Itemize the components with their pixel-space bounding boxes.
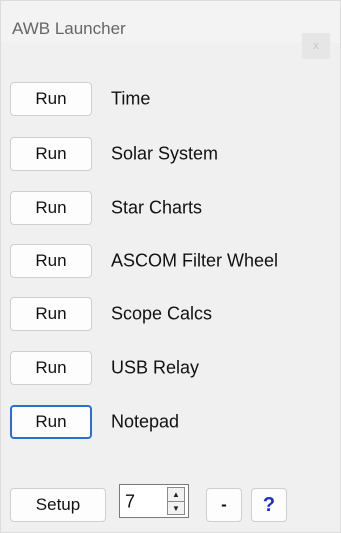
remove-button[interactable]: - <box>206 488 242 522</box>
run-usb-relay-button[interactable]: Run <box>10 351 92 385</box>
run-star-charts-button[interactable]: Run <box>10 191 92 225</box>
app-row-time: Run Time <box>1 82 340 116</box>
app-label-usb-relay: USB Relay <box>111 357 200 378</box>
app-row-scope-calcs: Run Scope Calcs <box>1 297 340 331</box>
run-solar-system-button[interactable]: Run <box>10 137 92 171</box>
run-notepad-button[interactable]: Run <box>10 405 92 439</box>
run-time-button[interactable]: Run <box>10 82 92 116</box>
app-label-star-charts: Star Charts <box>111 197 203 218</box>
window-title: AWB Launcher <box>12 19 126 38</box>
app-count-stepper[interactable]: 7 ▲ ▼ <box>119 484 189 518</box>
app-row-star-charts: Run Star Charts <box>1 191 340 225</box>
app-label-ascom-filter-wheel: ASCOM Filter Wheel <box>111 250 279 271</box>
app-label-notepad: Notepad <box>111 411 180 432</box>
app-label-scope-calcs: Scope Calcs <box>111 303 213 324</box>
app-count-value[interactable]: 7 <box>125 492 135 513</box>
launcher-window: AWB Launcher x Run Time Run Solar System… <box>0 0 341 533</box>
chevron-down-icon: ▼ <box>172 504 180 513</box>
help-button[interactable]: ? <box>251 488 287 522</box>
chevron-up-icon: ▲ <box>172 490 180 499</box>
app-row-solar-system: Run Solar System <box>1 137 340 171</box>
run-ascom-filter-wheel-button[interactable]: Run <box>10 244 92 278</box>
increment-button[interactable]: ▲ <box>168 488 184 501</box>
setup-button[interactable]: Setup <box>10 488 106 522</box>
close-icon: x <box>313 40 319 52</box>
title-bar[interactable]: AWB Launcher x <box>1 1 340 59</box>
app-row-notepad: Run Notepad <box>1 405 340 439</box>
app-label-time: Time <box>111 88 151 109</box>
app-label-solar-system: Solar System <box>111 143 219 164</box>
app-row-usb-relay: Run USB Relay <box>1 351 340 385</box>
spin-buttons: ▲ ▼ <box>167 487 185 515</box>
app-row-ascom-filter-wheel: Run ASCOM Filter Wheel <box>1 244 340 278</box>
decrement-button[interactable]: ▼ <box>168 501 184 515</box>
close-button[interactable]: x <box>302 33 330 59</box>
run-scope-calcs-button[interactable]: Run <box>10 297 92 331</box>
